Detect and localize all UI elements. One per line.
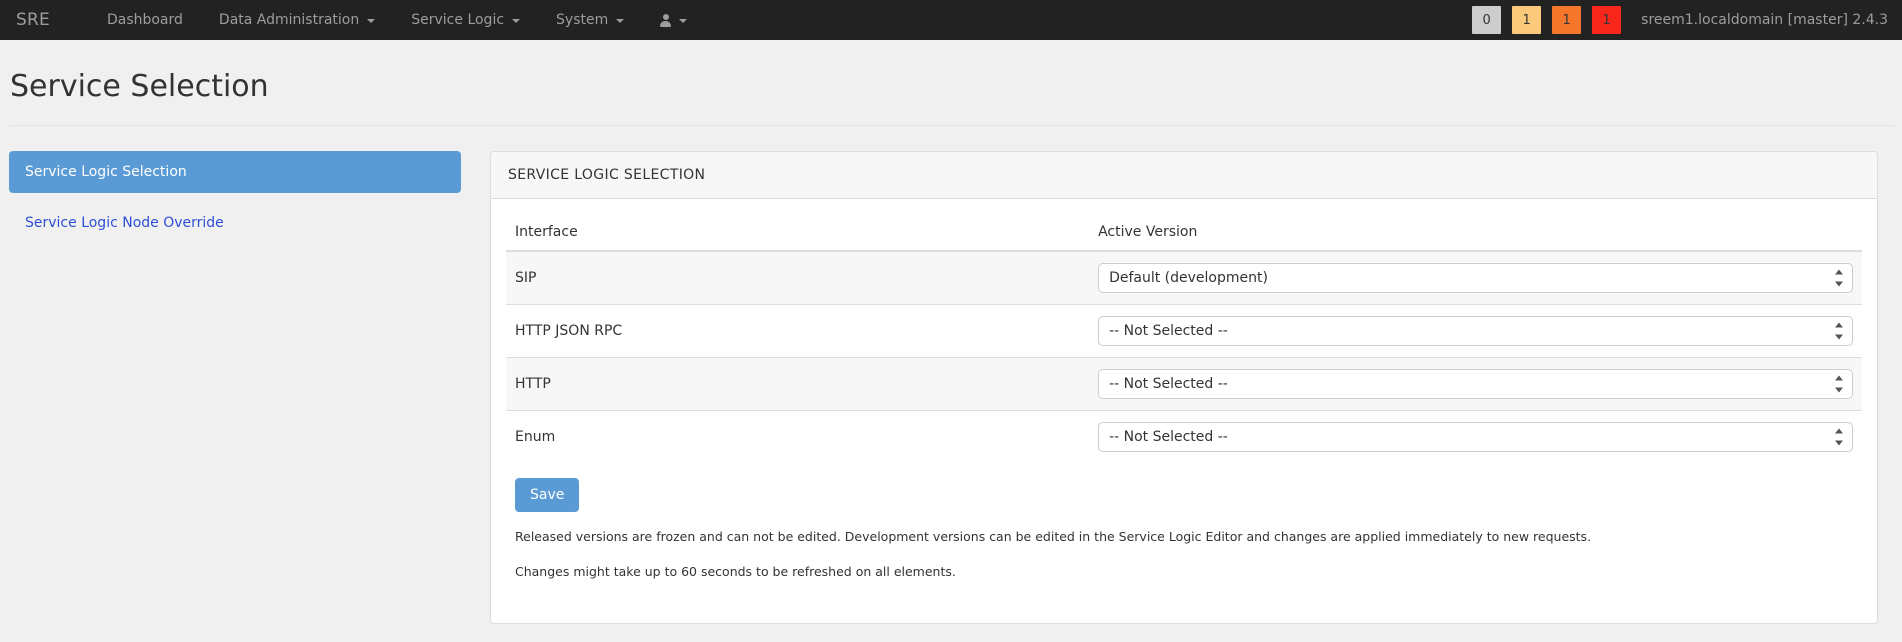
status-badge-warning[interactable]: 1: [1512, 6, 1542, 34]
page-header: Service Selection: [0, 40, 1902, 126]
sidebar-item-label: Service Logic Selection: [25, 164, 187, 180]
host-version-label: sreem1.localdomain [master] 2.4.3: [1641, 12, 1888, 28]
active-version-select-enum[interactable]: -- Not Selected --: [1098, 422, 1853, 452]
select-wrapper: -- Not Selected --: [1098, 316, 1853, 346]
nav-item-user-menu[interactable]: [642, 13, 705, 27]
panel-body: Interface Active Version SIP Default (de…: [491, 199, 1877, 596]
cell-active-version: -- Not Selected --: [1089, 410, 1862, 463]
select-wrapper: -- Not Selected --: [1098, 369, 1853, 399]
cell-active-version: -- Not Selected --: [1089, 304, 1862, 358]
content-area: Service Logic Selection Service Logic No…: [0, 126, 1902, 624]
top-navbar: SRE Dashboard Data Administration Servic…: [0, 0, 1902, 40]
cell-interface-name: SIP: [506, 250, 1090, 305]
table-row: Enum -- Not Selected --: [506, 410, 1862, 463]
page-title: Service Selection: [10, 69, 269, 104]
status-badge-critical[interactable]: 1: [1592, 6, 1622, 34]
table-header-row: Interface Active Version: [506, 214, 1862, 252]
chevron-down-icon: [616, 19, 625, 23]
note-refresh-delay: Changes might take up to 60 seconds to b…: [515, 564, 956, 580]
save-row: Save: [506, 463, 1862, 512]
nav-item-label: Data Administration: [218, 12, 360, 28]
nav-item-label: System: [556, 12, 609, 28]
select-wrapper: Default (development): [1098, 263, 1853, 293]
save-button[interactable]: Save: [515, 478, 580, 512]
nav-item-label: Service Logic: [411, 12, 505, 28]
service-logic-table: Interface Active Version SIP Default (de…: [506, 214, 1862, 463]
brand-logo[interactable]: SRE: [0, 0, 65, 40]
nav-item-system[interactable]: System: [538, 0, 642, 40]
sidebar-item-service-logic-node-override[interactable]: Service Logic Node Override: [9, 202, 461, 244]
chevron-down-icon: [512, 19, 521, 23]
cell-active-version: -- Not Selected --: [1089, 357, 1862, 411]
nav-item-service-logic[interactable]: Service Logic: [393, 0, 538, 40]
sidebar-item-label: Service Logic Node Override: [25, 215, 224, 231]
service-logic-selection-panel: SERVICE LOGIC SELECTION Interface Active…: [490, 151, 1878, 624]
column-header-interface: Interface: [506, 214, 1090, 252]
sidebar: Service Logic Selection Service Logic No…: [9, 151, 461, 244]
note-released-versions: Released versions are frozen and can not…: [515, 529, 1592, 544]
status-badge-neutral[interactable]: 0: [1472, 6, 1502, 34]
cell-interface-name: HTTP JSON RPC: [506, 304, 1090, 358]
active-version-select-sip[interactable]: Default (development): [1098, 263, 1853, 293]
cell-interface-name: Enum: [506, 410, 1090, 463]
nav-item-dashboard[interactable]: Dashboard: [89, 0, 201, 40]
active-version-select-http-json-rpc[interactable]: -- Not Selected --: [1098, 316, 1853, 346]
primary-nav: Dashboard Data Administration Service Lo…: [89, 0, 705, 40]
user-icon: [660, 13, 672, 27]
panel-heading: SERVICE LOGIC SELECTION: [491, 152, 1877, 199]
select-wrapper: -- Not Selected --: [1098, 422, 1853, 452]
table-row: HTTP -- Not Selected --: [506, 357, 1862, 411]
chevron-down-icon: [367, 19, 376, 23]
cell-active-version: Default (development): [1089, 250, 1862, 305]
cell-interface-name: HTTP: [506, 357, 1090, 411]
active-version-select-http[interactable]: -- Not Selected --: [1098, 369, 1853, 399]
table-row: HTTP JSON RPC -- Not Selected --: [506, 304, 1862, 358]
column-header-active-version: Active Version: [1089, 214, 1862, 252]
table-head: Interface Active Version: [506, 214, 1862, 252]
chevron-down-icon: [679, 19, 688, 23]
nav-item-label: Dashboard: [106, 12, 183, 28]
navbar-status-group: 0 1 1 1 sreem1.localdomain [master] 2.4.…: [1472, 0, 1902, 40]
table-row: SIP Default (development): [506, 250, 1862, 305]
status-badge-major[interactable]: 1: [1552, 6, 1582, 34]
sidebar-item-service-logic-selection[interactable]: Service Logic Selection: [9, 151, 461, 193]
table-body: SIP Default (development) HTTP JSON RPC …: [506, 250, 1862, 463]
nav-item-data-administration[interactable]: Data Administration: [201, 0, 393, 40]
